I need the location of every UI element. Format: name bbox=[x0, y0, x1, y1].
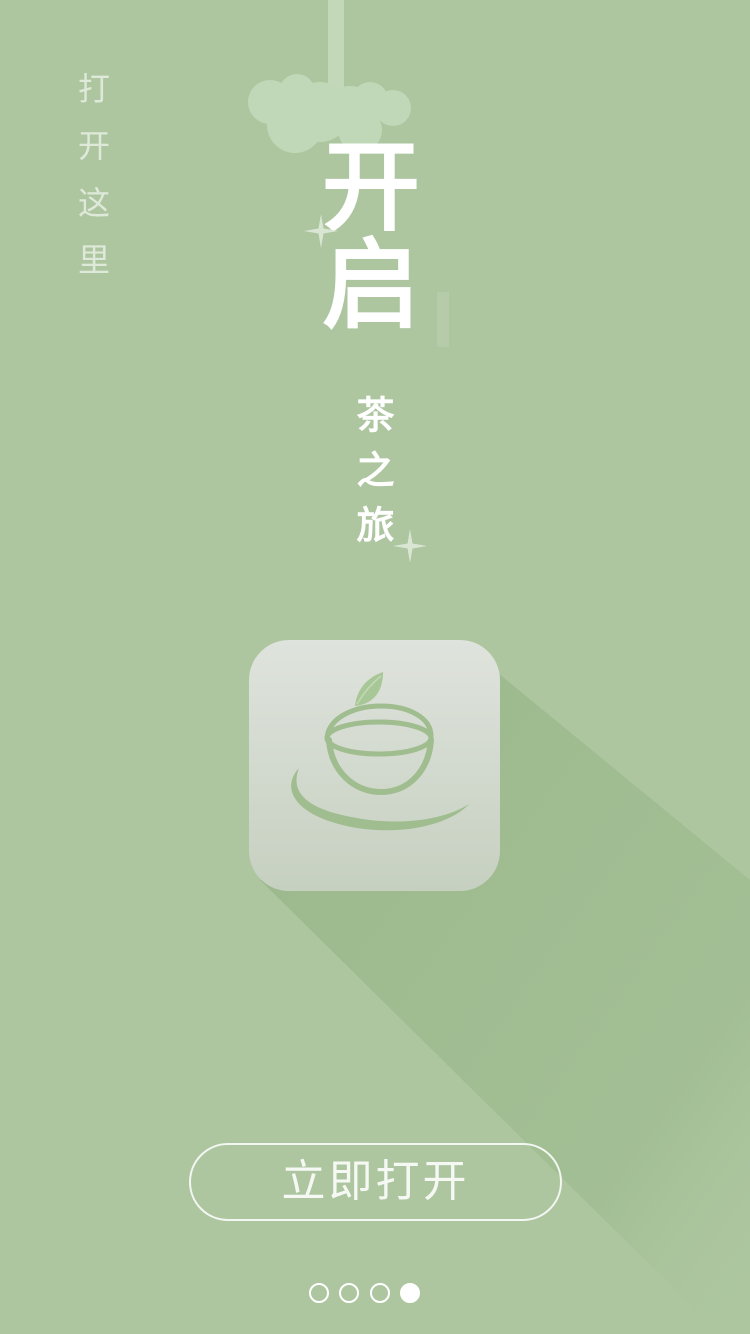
page-subtitle: 茶之旅 bbox=[350, 395, 394, 560]
open-now-button[interactable]: 立即打开 bbox=[189, 1143, 562, 1221]
side-caption: 打开这里 bbox=[73, 72, 111, 300]
guide-page: 打开这里 开启 茶之旅 立即打开 bbox=[0, 0, 750, 1334]
sparkle-icon bbox=[304, 214, 338, 248]
page-dot[interactable] bbox=[309, 1283, 329, 1303]
page-dot[interactable] bbox=[370, 1283, 390, 1303]
title-accent-bar bbox=[437, 292, 449, 347]
app-icon[interactable] bbox=[249, 640, 500, 891]
page-indicator bbox=[309, 1283, 429, 1303]
page-dot-active[interactable] bbox=[400, 1283, 420, 1303]
page-dot[interactable] bbox=[339, 1283, 359, 1303]
tea-cup-icon bbox=[291, 672, 469, 831]
